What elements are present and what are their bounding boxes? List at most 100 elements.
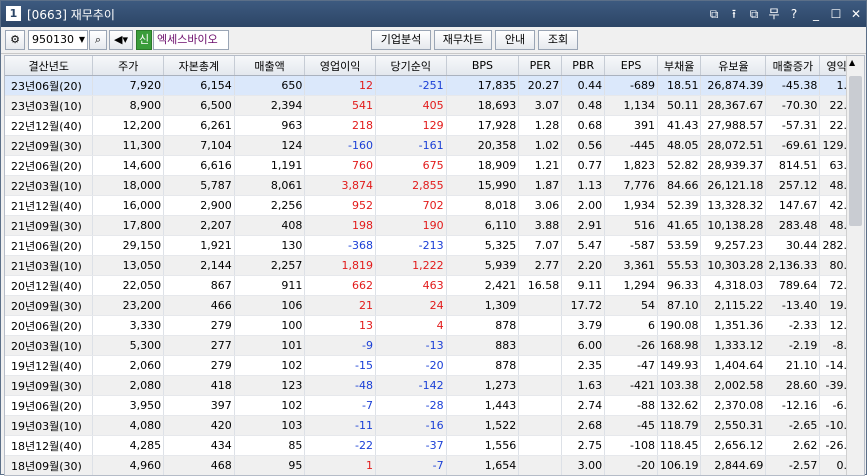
help-icon[interactable]: ? — [785, 5, 803, 23]
table-row[interactable]: 19년06월(20)3,950397102-7-281,4432.74-8813… — [5, 396, 864, 416]
table-cell: 9,257.23 — [701, 236, 766, 256]
column-header[interactable]: 부채율 — [657, 56, 701, 76]
table-row[interactable]: 21년09월(30)17,8002,2074081981906,1103.882… — [5, 216, 864, 236]
column-header[interactable]: 영업이익 — [305, 56, 376, 76]
table-cell: 30.44 — [766, 236, 820, 256]
financial-trend-grid[interactable]: 결산년도주가자본총계매출액영업이익당기순익BPSPERPBREPS부채율유보율매… — [4, 55, 865, 476]
table-row[interactable]: 18년09월(30)4,960468951-71,6543.00-20106.1… — [5, 456, 864, 476]
column-header[interactable]: EPS — [605, 56, 658, 76]
table-row[interactable]: 20년03월(10)5,300277101-9-138836.00-26168.… — [5, 336, 864, 356]
table-cell: 2,060 — [93, 356, 164, 376]
link-window-icon[interactable]: ⧉ — [705, 5, 723, 23]
table-cell: -13.40 — [766, 296, 820, 316]
table-cell — [519, 416, 562, 436]
vertical-scrollbar[interactable]: ▲ — [846, 56, 864, 475]
table-row[interactable]: 21년12월(40)16,0002,9002,2569527028,0183.0… — [5, 196, 864, 216]
column-header[interactable]: 매출액 — [234, 56, 305, 76]
minimize-icon[interactable]: _ — [807, 5, 825, 23]
table-cell: 147.67 — [766, 196, 820, 216]
settings-button[interactable]: ⚙ — [5, 30, 25, 50]
scroll-up-icon[interactable]: ▲ — [849, 58, 855, 67]
gear-icon: ⚙ — [10, 33, 20, 46]
table-cell: 2,002.58 — [701, 376, 766, 396]
table-cell: 3.06 — [519, 196, 562, 216]
table-cell: 10,303.28 — [701, 256, 766, 276]
table-cell: 1,934 — [605, 196, 658, 216]
table-cell: 17.72 — [562, 296, 605, 316]
table-row[interactable]: 23년03월(10)8,9006,5002,39454140518,6933.0… — [5, 96, 864, 116]
table-cell: 52.82 — [657, 156, 701, 176]
table-cell: 17,835 — [446, 76, 519, 96]
table-cell: 1,654 — [446, 456, 519, 476]
table-cell: 408 — [234, 216, 305, 236]
pin-top-icon[interactable]: ⭱ — [725, 5, 743, 23]
table-cell: -20 — [605, 456, 658, 476]
table-cell: 18년09월(30) — [5, 456, 93, 476]
column-header[interactable]: PER — [519, 56, 562, 76]
table-cell: 6,500 — [164, 96, 235, 116]
table-row[interactable]: 21년06월(20)29,1501,921130-368-2135,3257.0… — [5, 236, 864, 256]
column-header[interactable]: 자본총계 — [164, 56, 235, 76]
table-cell: -9 — [305, 336, 376, 356]
speaker-icon: ◀▾ — [114, 33, 128, 46]
stock-code-value: 950130 — [32, 33, 74, 46]
table-cell: 1 — [305, 456, 376, 476]
table-row[interactable]: 19년09월(30)2,080418123-48-1421,2731.63-42… — [5, 376, 864, 396]
guide-button[interactable]: 안내 — [495, 30, 535, 50]
table-row[interactable]: 18년12월(40)4,28543485-22-371,5562.75-1081… — [5, 436, 864, 456]
table-row[interactable]: 20년06월(20)3,3302791001348783.796190.081,… — [5, 316, 864, 336]
scrollbar-thumb[interactable] — [849, 76, 862, 226]
table-row[interactable]: 20년09월(30)23,20046610621241,30917.725487… — [5, 296, 864, 316]
table-cell: 13,050 — [93, 256, 164, 276]
table-cell: 28,072.51 — [701, 136, 766, 156]
table-cell: -88 — [605, 396, 658, 416]
column-header[interactable]: 주가 — [93, 56, 164, 76]
table-cell: -2.65 — [766, 416, 820, 436]
close-icon[interactable]: ✕ — [847, 5, 865, 23]
table-cell: 118.79 — [657, 416, 701, 436]
maximize-icon[interactable]: ☐ — [827, 5, 845, 23]
company-analysis-button[interactable]: 기업분석 — [371, 30, 431, 50]
speaker-button[interactable]: ◀▾ — [109, 30, 133, 50]
print-icon[interactable]: 무 — [765, 5, 783, 23]
table-cell: 2.62 — [766, 436, 820, 456]
table-cell: 8,061 — [234, 176, 305, 196]
table-cell: 1,351.36 — [701, 316, 766, 336]
table-cell: 18,909 — [446, 156, 519, 176]
table-row[interactable]: 20년12월(40)22,0508679116624632,42116.589.… — [5, 276, 864, 296]
table-cell: 21년12월(40) — [5, 196, 93, 216]
table-cell: 911 — [234, 276, 305, 296]
column-header[interactable]: 매출증가 — [766, 56, 820, 76]
table-row[interactable]: 22년12월(40)12,2006,26196321812917,9281.28… — [5, 116, 864, 136]
chevron-down-icon[interactable]: ▼ — [79, 31, 85, 49]
stock-code-input[interactable]: 950130 ▼ — [28, 30, 88, 50]
new-listing-badge: 신 — [136, 30, 152, 50]
table-cell: 662 — [305, 276, 376, 296]
table-cell: -70.30 — [766, 96, 820, 116]
table-cell — [519, 436, 562, 456]
table-row[interactable]: 22년06월(20)14,6006,6161,19176067518,9091.… — [5, 156, 864, 176]
financial-chart-button[interactable]: 재무차트 — [434, 30, 492, 50]
column-header[interactable]: 결산년도 — [5, 56, 93, 76]
table-row[interactable]: 21년03월(10)13,0502,1442,2571,8191,2225,93… — [5, 256, 864, 276]
screen-capture-icon[interactable]: ⧉ — [745, 5, 763, 23]
table-cell: 18.51 — [657, 76, 701, 96]
company-name-field[interactable]: 엑세스바이오 — [153, 30, 229, 50]
table-cell: -69.61 — [766, 136, 820, 156]
column-header[interactable]: BPS — [446, 56, 519, 76]
title-bar[interactable]: 1 [0663] 재무추이 ⧉ ⭱ ⧉ 무 ? _ ☐ ✕ — [1, 1, 866, 27]
table-cell: 4,318.03 — [701, 276, 766, 296]
table-row[interactable]: 22년09월(30)11,3007,104124-160-16120,3581.… — [5, 136, 864, 156]
column-header[interactable]: 당기순익 — [375, 56, 446, 76]
table-row[interactable]: 23년06월(20)7,9206,15465012-25117,83520.27… — [5, 76, 864, 96]
table-row[interactable]: 22년03월(10)18,0005,7878,0613,8742,85515,9… — [5, 176, 864, 196]
table-cell — [519, 316, 562, 336]
column-header[interactable]: 유보율 — [701, 56, 766, 76]
column-header[interactable]: PBR — [562, 56, 605, 76]
search-button[interactable]: ⌕ — [89, 30, 107, 50]
query-button[interactable]: 조회 — [538, 30, 578, 50]
table-cell: -45.38 — [766, 76, 820, 96]
table-row[interactable]: 19년03월(10)4,080420103-11-161,5222.68-451… — [5, 416, 864, 436]
table-cell: 4,080 — [93, 416, 164, 436]
table-row[interactable]: 19년12월(40)2,060279102-15-208782.35-47149… — [5, 356, 864, 376]
